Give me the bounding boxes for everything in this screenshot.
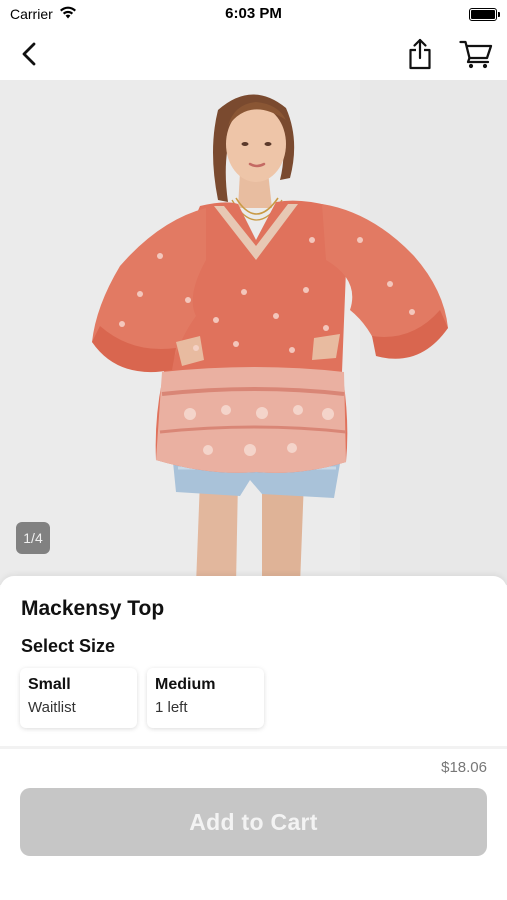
cart-icon: [459, 40, 493, 69]
wifi-icon: [59, 6, 77, 22]
image-counter: 1/4: [16, 522, 50, 554]
back-button[interactable]: [12, 34, 46, 74]
cart-button[interactable]: [459, 34, 493, 74]
product-image-gallery[interactable]: 1/4: [0, 80, 507, 585]
battery-level: [471, 9, 495, 19]
select-size-heading: Select Size: [21, 636, 116, 656]
size-options: Small Waitlist Medium 1 left: [20, 668, 264, 728]
product-photo: [0, 80, 507, 585]
size-name: Medium: [155, 676, 216, 693]
status-bar: Carrier 6:03 PM: [0, 0, 507, 28]
share-button[interactable]: [403, 34, 437, 74]
carrier-label: Carrier: [10, 6, 53, 22]
nav-bar: [0, 28, 507, 80]
product-details-sheet: Mackensy Top Select Size Small Waitlist …: [0, 576, 507, 900]
size-name: Small: [28, 676, 71, 693]
product-price: $18.06: [441, 759, 487, 776]
size-availability: Waitlist: [28, 699, 76, 716]
divider: [0, 746, 507, 749]
chevron-left-icon: [22, 42, 36, 66]
add-to-cart-button[interactable]: Add to Cart: [20, 788, 487, 856]
status-left: Carrier: [10, 6, 77, 22]
battery-icon: [469, 7, 500, 21]
share-icon: [409, 38, 431, 70]
product-title: Mackensy Top: [21, 597, 165, 620]
size-option-small[interactable]: Small Waitlist: [20, 668, 137, 728]
nav-actions: [403, 34, 493, 74]
size-availability: 1 left: [155, 699, 188, 716]
product-screen: Carrier 6:03 PM 1/4 Mackensy Top Select …: [0, 0, 507, 900]
size-option-medium[interactable]: Medium 1 left: [147, 668, 264, 728]
